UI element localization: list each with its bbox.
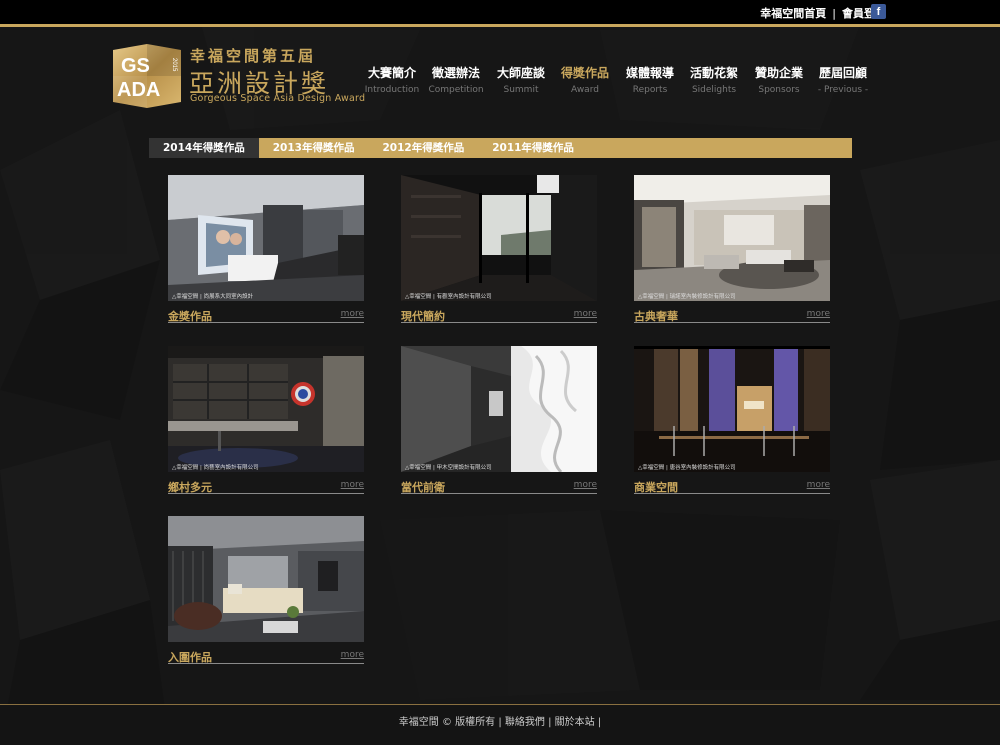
card-title[interactable]: 古典奢華: [634, 308, 678, 324]
award-card-commercial[interactable]: △幸福空間 | 唐谷室內裝修設計有限公司 商業空間 more: [634, 346, 830, 494]
nav-sublabel: - Previous -: [817, 85, 869, 95]
photo-watermark: △幸福空間 | 瑞諾室內裝修設計有限公司: [638, 294, 736, 300]
nav-sublabel: Award: [571, 85, 599, 95]
photo-watermark: △幸福空間 | 唐谷室內裝修設計有限公司: [638, 465, 736, 471]
award-card-shortlisted[interactable]: 入圍作品 more: [168, 516, 364, 664]
card-title[interactable]: 金獎作品: [168, 308, 212, 324]
award-photo[interactable]: [401, 346, 597, 472]
nav-item-previous[interactable]: 歷屆回顧 - Previous -: [811, 64, 875, 95]
tab-2014[interactable]: 2014年得獎作品: [149, 138, 259, 158]
card-caption: 鄉村多元 more: [168, 472, 364, 494]
more-link[interactable]: more: [341, 480, 364, 490]
more-link[interactable]: more: [341, 309, 364, 319]
nav-sublabel: Summit: [503, 85, 539, 95]
card-title[interactable]: 當代前衛: [401, 479, 445, 495]
more-link[interactable]: more: [807, 480, 830, 490]
logo-title-line1: 幸福空間第五屆: [190, 47, 317, 65]
photo-watermark: △幸福空間 | 甲木空間設計有限公司: [405, 465, 492, 471]
award-card-gold[interactable]: △幸福空間 | 尚展系大同室內設計 金獎作品 more: [168, 175, 364, 323]
more-link[interactable]: more: [574, 480, 597, 490]
award-card-modern[interactable]: △幸福空間 | 有觀室內設計有限公司 現代簡約 more: [401, 175, 597, 323]
award-photo[interactable]: [168, 346, 364, 472]
card-title[interactable]: 現代簡約: [401, 308, 445, 324]
nav-label: 大賽簡介: [367, 66, 416, 80]
nav-label: 大師座談: [496, 66, 545, 80]
badge-year: 2015: [171, 58, 177, 72]
nav-item-summit[interactable]: 大師座談 Summit: [489, 64, 553, 95]
footer-separator: |: [597, 717, 602, 728]
award-card-contemporary[interactable]: △幸福空間 | 甲木空間設計有限公司 當代前衛 more: [401, 346, 597, 494]
card-caption: 商業空間 more: [634, 472, 830, 494]
card-caption: 當代前衛 more: [401, 472, 597, 494]
nav-sublabel: Competition: [428, 85, 484, 95]
nav-label: 贊助企業: [754, 66, 803, 80]
nav-sublabel: Introduction: [364, 85, 420, 95]
card-caption: 金獎作品 more: [168, 301, 364, 323]
site-logo[interactable]: GS ADA 2015 幸福空間第五屆 亞洲設計獎 Gorgeous Space…: [113, 42, 365, 110]
more-link[interactable]: more: [341, 650, 364, 660]
award-photo[interactable]: [168, 175, 364, 301]
nav-sublabel: Reports: [632, 85, 668, 95]
nav-label: 媒體報導: [625, 66, 674, 80]
main-nav: 大賽簡介 Introduction 徵選辦法 Competition 大師座談 …: [360, 64, 880, 98]
tab-2013[interactable]: 2013年得獎作品: [259, 138, 369, 158]
badge-line1: GS: [121, 55, 150, 77]
tab-2011[interactable]: 2011年得獎作品: [478, 138, 588, 158]
year-tabs: 2014年得獎作品 2013年得獎作品 2012年得獎作品 2011年得獎作品: [149, 138, 852, 158]
card-caption: 古典奢華 more: [634, 301, 830, 323]
award-photo[interactable]: [168, 516, 364, 642]
nav-label: 歷屆回顧: [818, 66, 867, 80]
top-bar-divider: [0, 24, 1000, 27]
nav-label: 活動花絮: [689, 66, 738, 80]
nav-item-sponsors[interactable]: 贊助企業 Sponsors: [747, 64, 811, 95]
card-title[interactable]: 入圍作品: [168, 649, 212, 665]
award-photo[interactable]: [401, 175, 597, 301]
award-card-country[interactable]: △幸福空間 | 尚藝室內設計有限公司 鄉村多元 more: [168, 346, 364, 494]
card-title[interactable]: 商業空間: [634, 479, 678, 495]
nav-sublabel: Sponsors: [758, 85, 800, 95]
top-links-separator: |: [832, 6, 836, 20]
award-photo[interactable]: [634, 175, 830, 301]
card-title[interactable]: 鄉村多元: [168, 479, 212, 495]
nav-item-introduction[interactable]: 大賽簡介 Introduction: [360, 64, 424, 95]
nav-item-award[interactable]: 得獎作品 Award: [553, 64, 617, 95]
nav-label: 得獎作品: [560, 66, 609, 80]
footer-separator: |: [548, 717, 552, 728]
footer: 幸福空間 © 版權所有 | 聯絡我們 | 關於本站 |: [0, 705, 1000, 745]
tab-2012[interactable]: 2012年得獎作品: [368, 138, 478, 158]
gsada-badge-icon: GS ADA 2015: [113, 44, 181, 108]
facebook-icon[interactable]: f: [871, 4, 886, 19]
nav-item-competition[interactable]: 徵選辦法 Competition: [424, 64, 488, 95]
about-link[interactable]: 關於本站: [555, 717, 595, 728]
photo-watermark: △幸福空間 | 尚藝室內設計有限公司: [172, 465, 259, 471]
copyright-text: 幸福空間 © 版權所有 |: [398, 717, 502, 728]
contact-link[interactable]: 聯絡我們: [505, 717, 545, 728]
more-link[interactable]: more: [574, 309, 597, 319]
photo-watermark: △幸福空間 | 尚展系大同室內設計: [172, 294, 254, 300]
logo-subtitle: Gorgeous Space Asia Design Award: [190, 93, 366, 104]
nav-label: 徵選辦法: [431, 66, 480, 80]
nav-item-sidelights[interactable]: 活動花絮 Sidelights: [682, 64, 746, 95]
top-links: 幸福空間首頁 | 會員登入: [760, 5, 886, 21]
card-caption: 現代簡約 more: [401, 301, 597, 323]
home-link[interactable]: 幸福空間首頁: [760, 5, 826, 21]
award-card-classic[interactable]: △幸福空間 | 瑞諾室內裝修設計有限公司 古典奢華 more: [634, 175, 830, 323]
more-link[interactable]: more: [807, 309, 830, 319]
card-caption: 入圍作品 more: [168, 642, 364, 664]
badge-line2: ADA: [117, 79, 160, 101]
photo-watermark: △幸福空間 | 有觀室內設計有限公司: [405, 294, 492, 300]
nav-item-reports[interactable]: 媒體報導 Reports: [618, 64, 682, 95]
award-photo[interactable]: [634, 346, 830, 472]
nav-sublabel: Sidelights: [691, 85, 737, 95]
